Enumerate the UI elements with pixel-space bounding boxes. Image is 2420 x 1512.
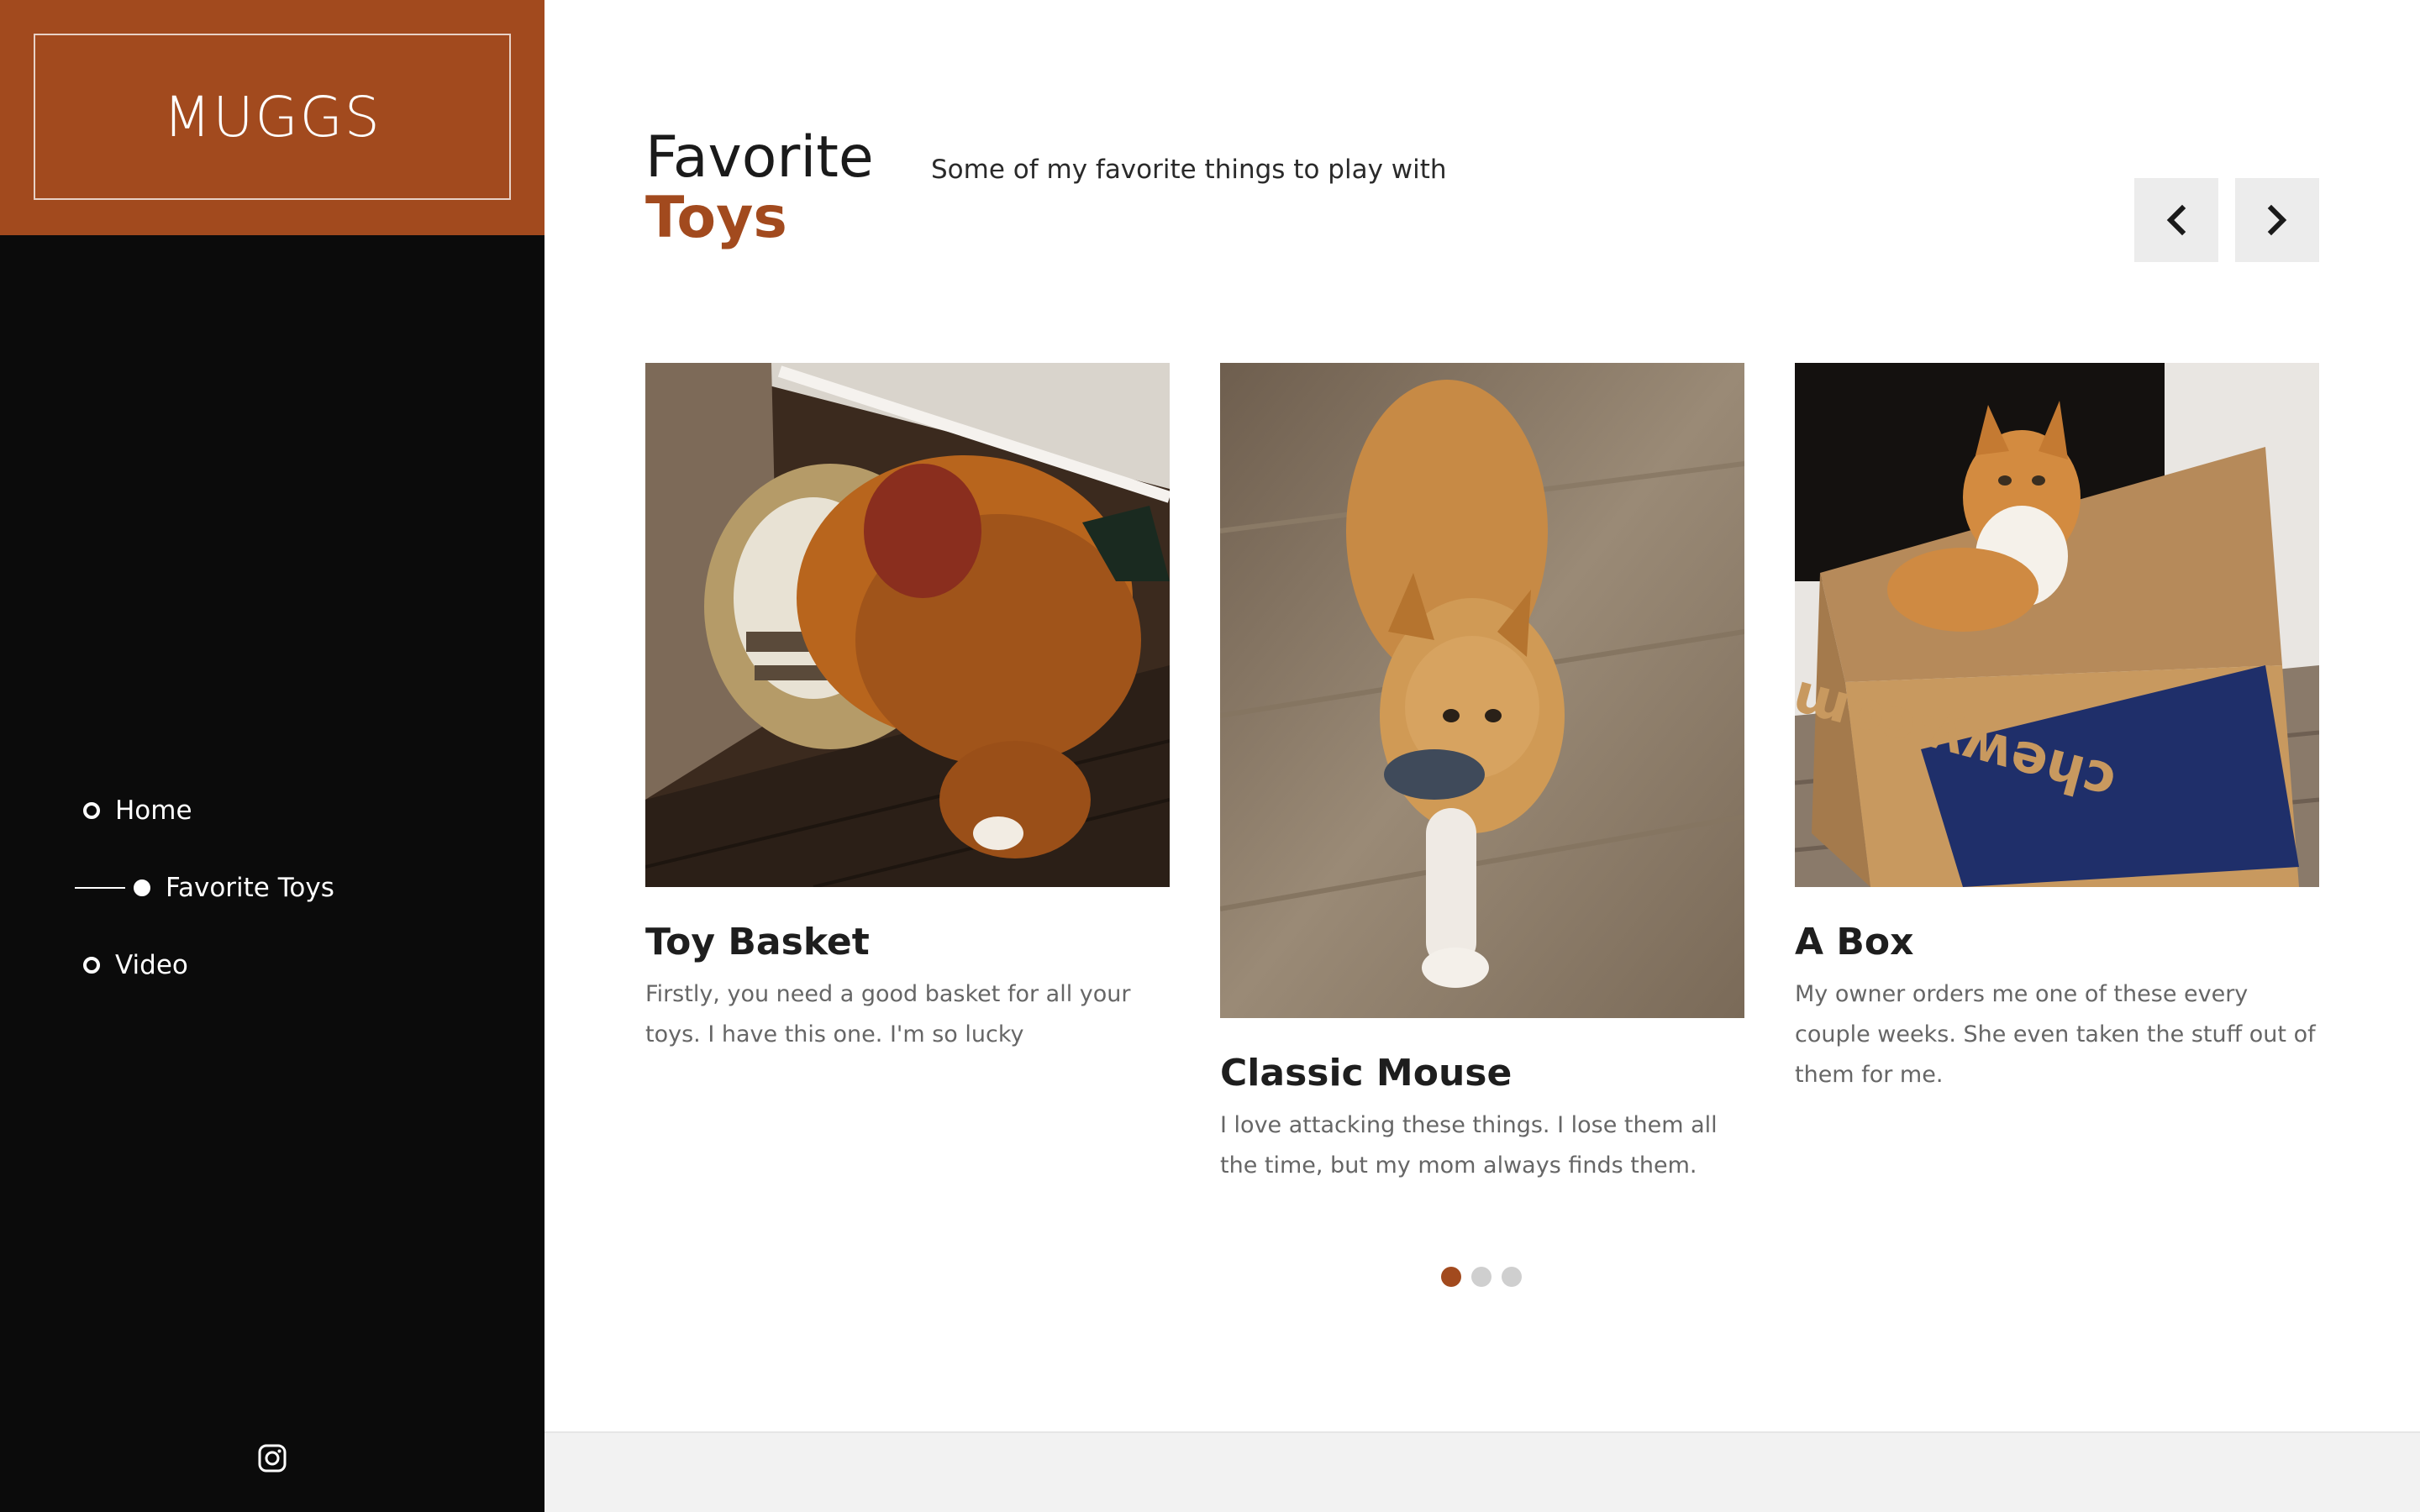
card-description: Firstly, you need a good basket for all … (645, 981, 1131, 1047)
section-subtitle: Some of my favorite things to play with (931, 155, 1447, 185)
pagination-dot[interactable] (1441, 1267, 1461, 1287)
a-box-photo: chewy.com (1795, 363, 2319, 887)
nav-item-video[interactable]: Video (0, 940, 544, 990)
card-description: I love attacking these things. I lose th… (1220, 1112, 1718, 1179)
card-title: Classic Mouse (1220, 1052, 1512, 1095)
nav-item-label: Video (115, 950, 188, 980)
chevron-left-icon (2166, 204, 2186, 236)
pagination-dot[interactable] (1471, 1267, 1491, 1287)
page: MUGGS Home Favorite Toys Video Favorite … (0, 0, 2420, 1512)
toy-card: Classic Mouse I love attacking these thi… (1220, 363, 1744, 1186)
card-description: My owner orders me one of these every co… (1795, 981, 2316, 1088)
classic-mouse-photo (1220, 363, 1744, 1018)
footer-band (544, 1431, 2420, 1512)
section-title-line1: Favorite (645, 124, 874, 191)
card-title: Toy Basket (645, 921, 870, 963)
nav-item-label: Home (115, 795, 192, 826)
instagram-icon[interactable] (257, 1443, 287, 1473)
nav-bullet-icon (134, 879, 150, 896)
active-indicator-line (75, 887, 125, 889)
nav-bullet-icon (83, 802, 100, 819)
carousel-prev-button[interactable] (2134, 178, 2218, 262)
nav-bullet-icon (83, 957, 100, 974)
toy-card: chewy.com A Box My owner orders me one o… (1795, 363, 2319, 1095)
nav-item-favorite-toys[interactable]: Favorite Toys (0, 863, 544, 913)
brand-name: MUGGS (163, 84, 381, 150)
nav-item-label: Favorite Toys (166, 873, 334, 903)
logo-link[interactable]: MUGGS (34, 34, 511, 200)
pagination-dot[interactable] (1502, 1267, 1522, 1287)
chevron-right-icon (2267, 204, 2287, 236)
brand-header: MUGGS (0, 0, 544, 235)
toy-card: Toy Basket Firstly, you need a good bask… (645, 363, 1170, 1055)
sidebar: MUGGS Home Favorite Toys Video (0, 0, 544, 1512)
main-content: Favorite Toys Some of my favorite things… (544, 0, 2420, 1512)
section-title-line2: Toys (645, 185, 787, 251)
nav-item-home[interactable]: Home (0, 785, 544, 836)
card-title: A Box (1795, 921, 1914, 963)
carousel-next-button[interactable] (2235, 178, 2319, 262)
toy-basket-photo (645, 363, 1170, 887)
carousel-pagination (1441, 1267, 1522, 1287)
